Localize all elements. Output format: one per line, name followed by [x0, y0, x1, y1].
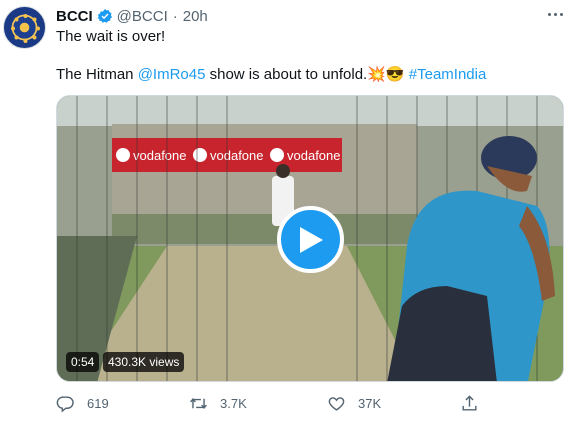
like-icon [328, 396, 345, 411]
hashtag-link[interactable]: #TeamIndia [409, 66, 487, 83]
tweet-text-line-1: The wait is over! [56, 28, 166, 45]
play-icon [299, 226, 323, 253]
mention-link[interactable]: @ImRo45 [138, 66, 206, 83]
more-options-icon[interactable] [544, 6, 566, 22]
tweet-emojis: 💥😎 [367, 66, 405, 83]
header-separator: · [172, 7, 178, 25]
video-player[interactable]: vodafone vodafone vodafone 0:54 430.3K v… [56, 95, 564, 382]
author-handle[interactable]: @BCCI [117, 8, 168, 25]
reply-icon [56, 395, 74, 412]
like-count: 37K [358, 395, 382, 411]
share-button[interactable] [460, 392, 491, 414]
video-views: 430.3K views [103, 352, 185, 372]
tweet-timestamp[interactable]: 20h [183, 8, 208, 25]
tweet-header: BCCI @BCCI · 20h [56, 7, 208, 25]
author-avatar[interactable] [3, 6, 46, 49]
banner-text-3: vodafone [287, 148, 341, 163]
tweet-text-prefix: The Hitman [56, 66, 138, 83]
tweet-actions: 619 3.7K 37K [56, 392, 486, 414]
video-duration: 0:54 [66, 352, 100, 372]
verified-badge-icon [97, 9, 112, 23]
retweet-button[interactable]: 3.7K [189, 392, 247, 414]
bcci-logo-icon [11, 14, 40, 43]
like-button[interactable]: 37K [327, 392, 381, 414]
share-icon [462, 394, 477, 411]
reply-button[interactable]: 619 [56, 392, 109, 414]
tweet-text-middle: show is about to unfold. [205, 66, 368, 83]
play-button[interactable] [277, 206, 344, 273]
banner-text-2: vodafone [210, 148, 264, 163]
reply-count: 619 [87, 395, 109, 411]
tweet-text-line-2: The Hitman @ImRo45 show is about to unfo… [56, 65, 486, 85]
author-name[interactable]: BCCI [56, 8, 93, 25]
banner-text-1: vodafone [133, 148, 187, 163]
retweet-icon [190, 397, 207, 409]
retweet-count: 3.7K [220, 395, 247, 411]
